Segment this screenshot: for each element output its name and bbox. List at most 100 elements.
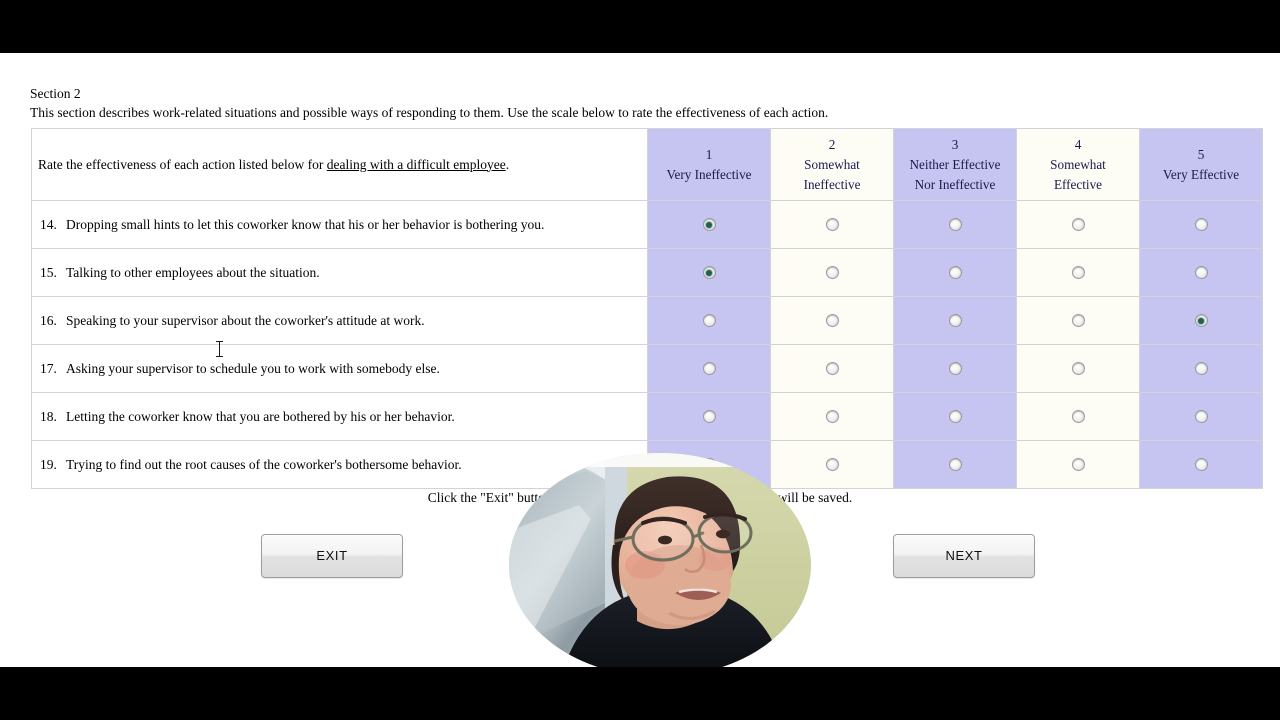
radio-button-q18-2[interactable] [825,410,839,424]
radio-button-q17-1[interactable] [702,362,716,376]
rating-cell-q17-4[interactable] [1016,344,1140,393]
radio-button-q16-4[interactable] [1071,314,1085,328]
section-description: This section describes work-related situ… [30,105,829,120]
scale-label-5: Very Effective [1162,166,1240,182]
radio-button-q19-3[interactable] [948,458,962,472]
rating-cell-q16-4[interactable] [1016,296,1140,345]
table-row: 17. Asking your supervisor to schedule yo… [31,344,1263,393]
scale-label-4: Somewhat Effective [1050,156,1106,192]
radio-button-q17-4[interactable] [1071,362,1085,376]
rating-cell-q18-3[interactable] [893,392,1017,441]
rating-prompt-emphasis: dealing with a difficult employee [326,156,506,172]
radio-button-q17-2[interactable] [825,362,839,376]
rating-cell-q15-5[interactable] [1139,248,1263,297]
question-number: 16. [40,313,57,328]
radio-button-q16-1[interactable] [702,314,716,328]
webcam-self-view[interactable] [509,453,811,677]
radio-button-q14-2[interactable] [825,218,839,232]
table-row: 16. Speaking to your supervisor about the… [31,296,1263,345]
radio-button-q18-1[interactable] [702,410,716,424]
rating-cell-q19-2[interactable] [770,440,894,489]
radio-button-q14-4[interactable] [1071,218,1085,232]
scale-label-2: Somewhat Ineffective [803,156,861,192]
question-number: 15. [40,265,57,280]
rating-prompt-prefix: Rate the effectiveness of each action li… [38,156,327,172]
question-text: Speaking to your supervisor about the co… [66,313,425,328]
radio-button-q14-1[interactable] [702,218,716,232]
radio-button-q19-4[interactable] [1071,458,1085,472]
radio-button-q14-3[interactable] [948,218,962,232]
scale-header-5: 5 Very Effective [1139,128,1263,201]
question-text: Dropping small hints to let this coworke… [66,217,545,232]
question-cell: 17. Asking your supervisor to schedule yo… [31,344,648,393]
radio-button-q16-5[interactable] [1194,314,1208,328]
table-row: 18. Letting the coworker know that you ar… [31,392,1263,441]
rating-cell-q19-5[interactable] [1139,440,1263,489]
rating-cell-q17-3[interactable] [893,344,1017,393]
scale-number-5: 5 [1197,146,1205,162]
rating-cell-q14-2[interactable] [770,200,894,249]
radio-button-q14-5[interactable] [1194,218,1208,232]
rating-cell-q18-5[interactable] [1139,392,1263,441]
rating-cell-q15-3[interactable] [893,248,1017,297]
radio-button-q15-4[interactable] [1071,266,1085,280]
rating-cell-q16-2[interactable] [770,296,894,345]
section-title: Section 2 [30,86,81,101]
radio-button-q17-3[interactable] [948,362,962,376]
rating-cell-q19-4[interactable] [1016,440,1140,489]
radio-button-q15-2[interactable] [825,266,839,280]
rating-cell-q17-5[interactable] [1139,344,1263,393]
rating-prompt: Rate the effectiveness of each action li… [31,128,648,201]
table-header-row: Rate the effectiveness of each action li… [31,128,1263,201]
radio-button-q16-3[interactable] [948,314,962,328]
rating-cell-q16-1[interactable] [647,296,771,345]
scale-number-4: 4 [1074,136,1082,152]
radio-button-q18-5[interactable] [1194,410,1208,424]
rating-cell-q15-1[interactable] [647,248,771,297]
radio-button-q15-5[interactable] [1194,266,1208,280]
letterbox-top [0,0,1280,53]
radio-button-q15-3[interactable] [948,266,962,280]
webcam-image [509,453,811,677]
scale-number-3: 3 [951,136,959,152]
rating-cell-q18-2[interactable] [770,392,894,441]
radio-button-q19-5[interactable] [1194,458,1208,472]
question-cell: 14. Dropping small hints to let this cowo… [31,200,648,249]
rating-cell-q14-1[interactable] [647,200,771,249]
rating-cell-q16-5[interactable] [1139,296,1263,345]
radio-button-q18-3[interactable] [948,410,962,424]
question-text: Asking your supervisor to schedule you t… [66,361,440,376]
rating-cell-q19-3[interactable] [893,440,1017,489]
ratings-table: Rate the effectiveness of each action li… [31,128,1263,489]
radio-button-q16-2[interactable] [825,314,839,328]
rating-cell-q14-5[interactable] [1139,200,1263,249]
question-cell: 15. Talking to other employees about the … [31,248,648,297]
next-button[interactable]: NEXT [893,534,1035,578]
rating-cell-q18-4[interactable] [1016,392,1140,441]
rating-cell-q15-2[interactable] [770,248,894,297]
radio-button-q19-2[interactable] [825,458,839,472]
radio-button-q18-4[interactable] [1071,410,1085,424]
ratings-table-body: 14. Dropping small hints to let this cowo… [31,200,1263,489]
radio-button-q17-5[interactable] [1194,362,1208,376]
letterbox-bottom [0,667,1280,720]
question-number: 14. [40,217,57,232]
rating-cell-q14-3[interactable] [893,200,1017,249]
table-row: 14. Dropping small hints to let this cowo… [31,200,1263,249]
rating-cell-q17-2[interactable] [770,344,894,393]
rating-cell-q17-1[interactable] [647,344,771,393]
question-number: 17. [40,361,57,376]
question-number: 19. [40,457,57,472]
question-number: 18. [40,409,57,424]
scale-header-1: 1 Very Ineffective [647,128,771,201]
rating-cell-q16-3[interactable] [893,296,1017,345]
question-text: Letting the coworker know that you are b… [66,409,455,424]
question-cell: 18. Letting the coworker know that you ar… [31,392,648,441]
question-cell: 19. Trying to find out the root causes of… [31,440,648,489]
rating-cell-q15-4[interactable] [1016,248,1140,297]
rating-prompt-suffix: . [505,156,510,172]
radio-button-q15-1[interactable] [702,266,716,280]
rating-cell-q18-1[interactable] [647,392,771,441]
exit-button[interactable]: EXIT [261,534,403,578]
rating-cell-q14-4[interactable] [1016,200,1140,249]
